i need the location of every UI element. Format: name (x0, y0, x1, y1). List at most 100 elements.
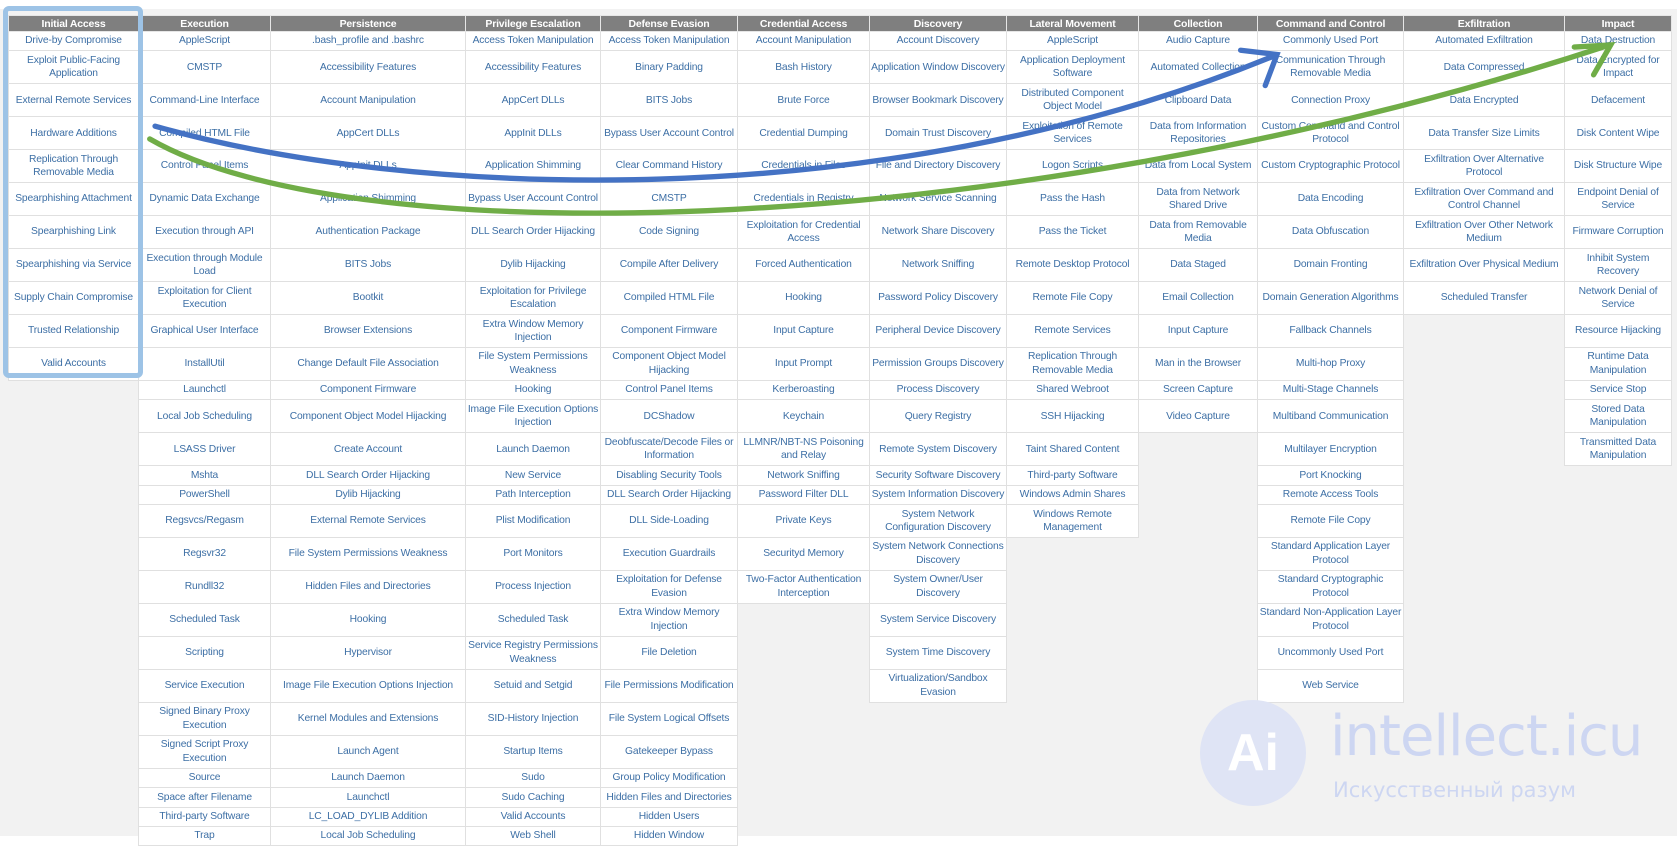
technique-cell[interactable]: LC_LOAD_DYLIB Addition (270, 806, 466, 828)
technique-cell[interactable]: Spearphishing Attachment (8, 182, 139, 217)
technique-cell[interactable]: System Service Discovery (869, 603, 1007, 637)
technique-cell[interactable]: Command-Line Interface (138, 83, 271, 118)
technique-cell[interactable]: Web Shell (465, 825, 601, 846)
technique-cell[interactable]: System Network Connections Discovery (869, 537, 1007, 572)
technique-cell[interactable]: Accessibility Features (465, 50, 601, 85)
tactic-header-defense-evasion[interactable]: Defense Evasion (600, 15, 738, 32)
technique-cell[interactable]: File System Logical Offsets (600, 701, 738, 736)
technique-cell[interactable]: DLL Search Order Hijacking (270, 465, 466, 486)
technique-cell[interactable]: AppleScript (138, 30, 271, 52)
technique-cell[interactable]: Valid Accounts (465, 806, 601, 828)
technique-cell[interactable]: Process Discovery (869, 380, 1007, 401)
technique-cell[interactable]: File System Permissions Weakness (270, 537, 466, 572)
technique-cell[interactable]: Hidden Files and Directories (270, 570, 466, 605)
technique-cell[interactable]: External Remote Services (270, 504, 466, 539)
tactic-header-collection[interactable]: Collection (1138, 15, 1258, 32)
technique-cell[interactable]: Gatekeeper Bypass (600, 734, 738, 769)
technique-cell[interactable]: Shared Webroot (1006, 380, 1139, 401)
technique-cell[interactable]: Trap (138, 825, 271, 846)
technique-cell[interactable]: Exfiltration Over Physical Medium (1403, 248, 1565, 283)
technique-cell[interactable]: Credentials in Registry (737, 182, 870, 217)
tactic-header-impact[interactable]: Impact (1564, 15, 1672, 32)
technique-cell[interactable]: Component Object Model Hijacking (600, 347, 738, 382)
technique-cell[interactable]: Data Destruction (1564, 30, 1672, 52)
technique-cell[interactable]: Peripheral Device Discovery (869, 314, 1007, 349)
technique-cell[interactable]: AppCert DLLs (270, 116, 466, 151)
technique-cell[interactable]: Domain Generation Algorithms (1257, 281, 1404, 316)
technique-cell[interactable]: Exploitation for Client Execution (138, 281, 271, 316)
technique-cell[interactable]: Exploitation for Defense Evasion (600, 570, 738, 605)
technique-cell[interactable]: Windows Remote Management (1006, 504, 1139, 539)
technique-cell[interactable]: Screen Capture (1138, 380, 1258, 401)
technique-cell[interactable]: Data from Local System (1138, 149, 1258, 184)
technique-cell[interactable]: Firmware Corruption (1564, 215, 1672, 250)
technique-cell[interactable]: Exploitation of Remote Services (1006, 116, 1139, 151)
technique-cell[interactable]: Standard Application Layer Protocol (1257, 537, 1404, 572)
technique-cell[interactable]: Compiled HTML File (600, 281, 738, 316)
technique-cell[interactable]: Input Capture (1138, 314, 1258, 349)
technique-cell[interactable]: Disk Content Wipe (1564, 116, 1672, 151)
technique-cell[interactable]: Hidden Window (600, 825, 738, 846)
technique-cell[interactable]: Mshta (138, 465, 271, 486)
technique-cell[interactable]: SID-History Injection (465, 701, 601, 736)
technique-cell[interactable]: Exploitation for Credential Access (737, 215, 870, 250)
technique-cell[interactable]: Bypass User Account Control (600, 116, 738, 151)
technique-cell[interactable]: Account Manipulation (737, 30, 870, 52)
technique-cell[interactable]: Custom Command and Control Protocol (1257, 116, 1404, 151)
technique-cell[interactable]: File System Permissions Weakness (465, 347, 601, 382)
technique-cell[interactable]: Signed Binary Proxy Execution (138, 701, 271, 736)
technique-cell[interactable]: Remote Desktop Protocol (1006, 248, 1139, 283)
technique-cell[interactable]: Scripting (138, 636, 271, 670)
technique-cell[interactable]: Execution through API (138, 215, 271, 250)
technique-cell[interactable]: Service Stop (1564, 380, 1672, 401)
technique-cell[interactable]: File and Directory Discovery (869, 149, 1007, 184)
technique-cell[interactable]: Data Encoding (1257, 182, 1404, 217)
technique-cell[interactable]: Component Firmware (600, 314, 738, 349)
technique-cell[interactable]: Regsvr32 (138, 537, 271, 572)
technique-cell[interactable]: Remote File Copy (1006, 281, 1139, 316)
technique-cell[interactable]: Kernel Modules and Extensions (270, 701, 466, 736)
technique-cell[interactable]: Third-party Software (138, 806, 271, 828)
technique-cell[interactable]: Hooking (270, 603, 466, 637)
technique-cell[interactable]: System Network Configuration Discovery (869, 504, 1007, 539)
technique-cell[interactable]: Scheduled Task (138, 603, 271, 637)
technique-cell[interactable]: Security Software Discovery (869, 465, 1007, 486)
technique-cell[interactable]: Trusted Relationship (8, 314, 139, 349)
technique-cell[interactable]: Launchctl (270, 787, 466, 808)
technique-cell[interactable]: Authentication Package (270, 215, 466, 250)
technique-cell[interactable]: Data Compressed (1403, 50, 1565, 85)
technique-cell[interactable]: Clear Command History (600, 149, 738, 184)
technique-cell[interactable]: Change Default File Association (270, 347, 466, 382)
technique-cell[interactable]: Replication Through Removable Media (1006, 347, 1139, 382)
technique-cell[interactable]: Logon Scripts (1006, 149, 1139, 184)
technique-cell[interactable]: Browser Extensions (270, 314, 466, 349)
technique-cell[interactable]: Custom Cryptographic Protocol (1257, 149, 1404, 184)
technique-cell[interactable]: Application Shimming (465, 149, 601, 184)
technique-cell[interactable]: Permission Groups Discovery (869, 347, 1007, 382)
tactic-header-lateral-movement[interactable]: Lateral Movement (1006, 15, 1139, 32)
technique-cell[interactable]: Exploit Public-Facing Application (8, 50, 139, 85)
technique-cell[interactable]: Hooking (737, 281, 870, 316)
technique-cell[interactable]: Multi-Stage Channels (1257, 380, 1404, 401)
technique-cell[interactable]: Standard Cryptographic Protocol (1257, 570, 1404, 605)
technique-cell[interactable]: AppleScript (1006, 30, 1139, 52)
technique-cell[interactable]: Startup Items (465, 734, 601, 769)
technique-cell[interactable]: LSASS Driver (138, 432, 271, 467)
technique-cell[interactable]: Source (138, 767, 271, 789)
technique-cell[interactable]: Application Deployment Software (1006, 50, 1139, 85)
technique-cell[interactable]: Signed Script Proxy Execution (138, 734, 271, 769)
technique-cell[interactable]: Man in the Browser (1138, 347, 1258, 382)
technique-cell[interactable]: Network Service Scanning (869, 182, 1007, 217)
technique-cell[interactable]: Network Share Discovery (869, 215, 1007, 250)
tactic-header-credential-access[interactable]: Credential Access (737, 15, 870, 32)
technique-cell[interactable]: Windows Admin Shares (1006, 484, 1139, 506)
technique-cell[interactable]: AppCert DLLs (465, 83, 601, 118)
technique-cell[interactable]: BITS Jobs (600, 83, 738, 118)
technique-cell[interactable]: Pass the Hash (1006, 182, 1139, 217)
technique-cell[interactable]: Port Knocking (1257, 465, 1404, 486)
technique-cell[interactable]: Application Shimming (270, 182, 466, 217)
technique-cell[interactable]: Clipboard Data (1138, 83, 1258, 118)
tactic-header-execution[interactable]: Execution (138, 15, 271, 32)
technique-cell[interactable]: Data Encrypted (1403, 83, 1565, 118)
technique-cell[interactable]: Data Encrypted for Impact (1564, 50, 1672, 85)
